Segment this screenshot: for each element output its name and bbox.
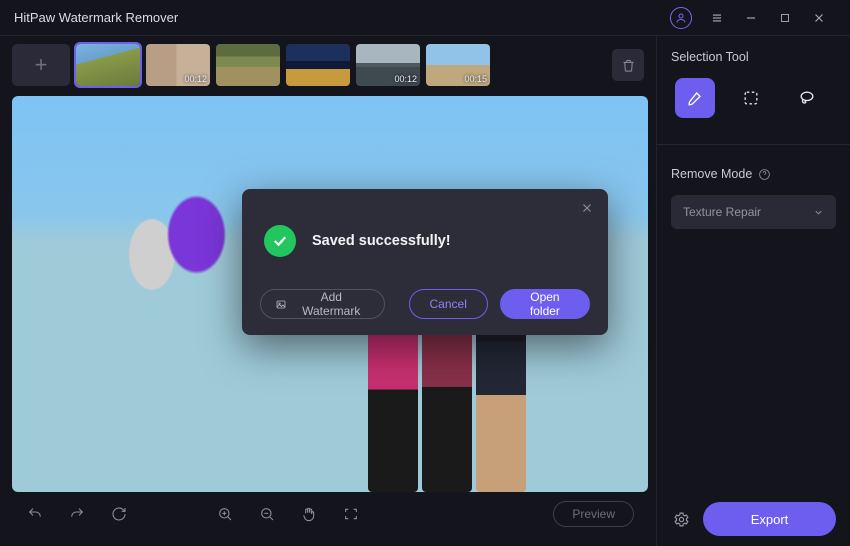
thumbnail-duration: 00:12 [394, 74, 417, 84]
thumbnail-duration: 00:12 [184, 74, 207, 84]
marquee-tool[interactable] [731, 78, 771, 118]
open-folder-button[interactable]: Open folder [500, 289, 590, 319]
bottom-toolbar: Preview [12, 492, 648, 536]
add-media-button[interactable]: + [12, 44, 70, 86]
zoom-out-button[interactable] [250, 499, 284, 529]
remove-mode-value: Texture Repair [683, 205, 761, 219]
maximize-button[interactable] [768, 0, 802, 36]
remove-mode-label: Remove Mode [671, 167, 752, 181]
brush-tool[interactable] [675, 78, 715, 118]
lasso-tool[interactable] [787, 78, 827, 118]
minimize-button[interactable] [734, 0, 768, 36]
export-row: Export [671, 502, 836, 536]
menu-button[interactable] [700, 0, 734, 36]
thumbnail-item[interactable]: 00:12 [356, 44, 420, 86]
thumbnail-item[interactable]: 00:15 [426, 44, 490, 86]
remove-mode-title: Remove Mode [671, 167, 836, 181]
thumbnail-item[interactable] [286, 44, 350, 86]
thumbnail-strip: + 00:12 00:12 00:15 [12, 44, 648, 86]
titlebar: HitPaw Watermark Remover [0, 0, 850, 36]
help-icon[interactable] [758, 168, 771, 181]
selection-tools [671, 78, 836, 118]
profile-button[interactable] [670, 7, 692, 29]
redo-button[interactable] [60, 499, 94, 529]
thumbnail-duration: 00:15 [464, 74, 487, 84]
chevron-down-icon [813, 207, 824, 218]
export-button[interactable]: Export [703, 502, 836, 536]
remove-mode-dropdown[interactable]: Texture Repair [671, 195, 836, 229]
dialog-message: Saved successfully! [312, 233, 451, 249]
right-panel: Selection Tool Remove Mode Texture Repai… [656, 36, 850, 546]
preview-button[interactable]: Preview [553, 501, 634, 527]
delete-button[interactable] [612, 49, 644, 81]
pan-button[interactable] [292, 499, 326, 529]
zoom-in-button[interactable] [208, 499, 242, 529]
settings-button[interactable] [671, 509, 691, 529]
selection-tool-title: Selection Tool [671, 50, 836, 64]
divider [657, 144, 850, 145]
add-watermark-button[interactable]: Add Watermark [260, 289, 385, 319]
success-check-icon [264, 225, 296, 257]
close-window-button[interactable] [802, 0, 836, 36]
success-dialog: Saved successfully! Add Watermark Cancel… [242, 189, 608, 335]
add-watermark-label: Add Watermark [293, 290, 370, 318]
app-title: HitPaw Watermark Remover [14, 10, 178, 25]
thumbnail-item[interactable] [76, 44, 140, 86]
undo-button[interactable] [18, 499, 52, 529]
fit-screen-button[interactable] [334, 499, 368, 529]
thumbnail-item[interactable]: 00:12 [146, 44, 210, 86]
reset-button[interactable] [102, 499, 136, 529]
thumbnail-item[interactable] [216, 44, 280, 86]
close-dialog-button[interactable] [578, 199, 596, 217]
cancel-button[interactable]: Cancel [409, 289, 488, 319]
image-plus-icon [275, 298, 287, 311]
